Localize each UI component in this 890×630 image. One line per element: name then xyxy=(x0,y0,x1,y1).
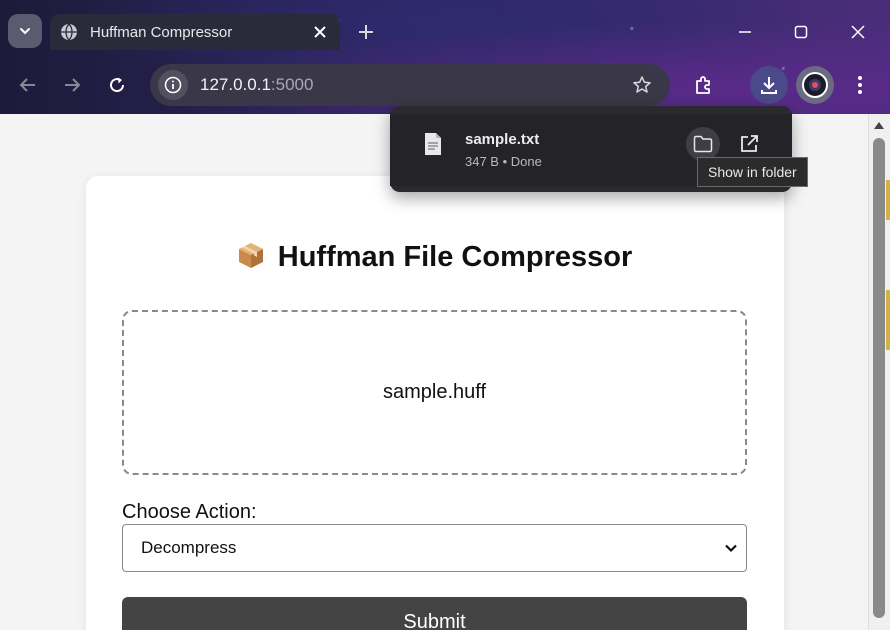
back-button[interactable] xyxy=(13,70,43,100)
show-in-folder-tooltip: Show in folder xyxy=(697,157,808,187)
minimize-icon xyxy=(739,31,751,33)
url-host: 127.0.0.1 xyxy=(200,75,271,94)
selected-file-name: sample.huff xyxy=(382,381,487,403)
window-edge-accent xyxy=(886,180,890,220)
close-icon xyxy=(851,25,865,39)
site-info-icon[interactable] xyxy=(158,70,188,100)
action-label: Choose Action: xyxy=(122,501,257,523)
file-icon xyxy=(423,132,443,156)
download-file-name: sample.txt xyxy=(465,131,540,148)
arrow-left-icon xyxy=(19,78,35,92)
url-text: 127.0.0.1:5000 xyxy=(200,75,630,95)
tab-search-button[interactable] xyxy=(8,14,42,48)
open-file-button[interactable] xyxy=(732,127,766,161)
scrollbar-thumb[interactable] xyxy=(873,138,885,618)
extensions-button[interactable] xyxy=(684,66,722,104)
page-title: Huffman File Compressor xyxy=(0,240,868,278)
download-status: 347 B • Done xyxy=(465,154,542,169)
reload-button[interactable] xyxy=(102,70,132,100)
bookmark-star-icon[interactable] xyxy=(630,73,654,97)
chevron-down-icon xyxy=(20,28,30,35)
downloads-button[interactable] xyxy=(750,66,788,104)
browser-menu-button[interactable] xyxy=(842,66,878,104)
submit-button[interactable]: Submit xyxy=(122,597,747,630)
submit-button-label: Submit xyxy=(403,611,466,630)
close-tab-icon[interactable] xyxy=(310,22,330,42)
browser-tab[interactable]: Huffman Compressor xyxy=(50,14,340,50)
chevron-down-icon xyxy=(725,544,737,553)
tab-title: Huffman Compressor xyxy=(90,23,233,41)
globe-icon xyxy=(60,23,78,41)
avatar-icon xyxy=(802,72,828,98)
action-select-value: Decompress xyxy=(141,538,237,557)
open-external-icon xyxy=(741,135,758,152)
file-dropzone[interactable]: sample.huff xyxy=(122,310,747,475)
address-bar[interactable]: 127.0.0.1:5000 xyxy=(150,64,670,106)
puzzle-icon xyxy=(696,76,710,94)
package-icon xyxy=(236,240,266,278)
kebab-menu-icon xyxy=(858,76,862,94)
maximize-button[interactable] xyxy=(787,18,815,46)
reload-icon xyxy=(110,77,125,93)
scroll-up-arrow-icon[interactable] xyxy=(872,118,886,132)
forward-button[interactable] xyxy=(57,70,87,100)
profile-avatar[interactable] xyxy=(796,66,834,104)
close-window-button[interactable] xyxy=(844,18,872,46)
action-select[interactable]: Decompress xyxy=(122,524,747,572)
maximize-icon xyxy=(794,25,808,39)
show-in-folder-button[interactable] xyxy=(686,127,720,161)
download-icon xyxy=(761,77,777,94)
url-port: :5000 xyxy=(270,75,314,94)
plus-icon xyxy=(359,25,373,39)
new-tab-button[interactable] xyxy=(352,18,380,46)
folder-icon xyxy=(693,135,713,153)
minimize-button[interactable] xyxy=(731,18,759,46)
window-edge-accent xyxy=(886,290,890,350)
arrow-right-icon xyxy=(65,78,81,92)
page-title-text: Huffman File Compressor xyxy=(277,241,633,273)
